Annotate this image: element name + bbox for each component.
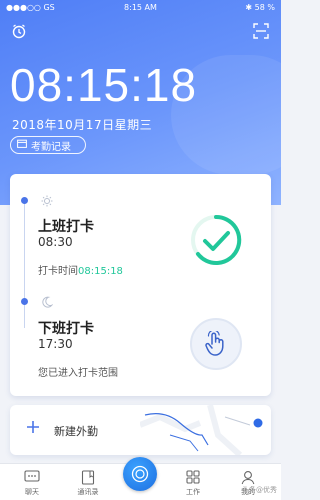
moon-icon — [40, 295, 54, 309]
tab-work-label: 工作 — [186, 488, 200, 496]
punch-in-done-button[interactable] — [190, 214, 242, 266]
current-date: 2018年10月17日星期三 — [12, 118, 153, 132]
scan-icon[interactable] — [252, 22, 270, 40]
timeline-dot-in — [21, 197, 28, 204]
alarm-clock-icon[interactable] — [10, 22, 28, 40]
attendance-records-label: 考勤记录 — [31, 141, 71, 153]
field-attendance-card[interactable]: 新建外勤 — [10, 405, 271, 455]
location-pin-icon — [253, 418, 263, 428]
work-grid-icon — [173, 468, 213, 486]
status-time: 8:15 AM — [124, 3, 157, 12]
calendar-icon — [17, 139, 27, 151]
status-bar: ●●●○○ GS 8:15 AM ✱ 58 % — [0, 0, 281, 16]
map-preview — [140, 405, 263, 455]
punch-out-button[interactable] — [190, 318, 242, 370]
punch-in-record: 打卡时间08:15:18 — [38, 262, 123, 277]
plus-icon — [24, 420, 42, 438]
chat-icon — [12, 468, 52, 486]
attendance-records-button[interactable]: 考勤记录 — [10, 136, 86, 154]
ding-icon — [131, 465, 149, 483]
tab-chat[interactable]: 聊天 — [12, 468, 52, 500]
punch-card: 上班打卡 08:30 打卡时间08:15:18 下班打卡 17:30 您已进入打… — [10, 174, 271, 396]
punch-in-scheduled-time: 08:30 — [38, 235, 73, 249]
profile-icon — [228, 468, 268, 486]
punch-out-scheduled-time: 17:30 — [38, 337, 73, 351]
tab-ding[interactable] — [123, 457, 157, 491]
punch-in-record-time: 08:15:18 — [78, 266, 123, 277]
tab-contacts[interactable]: 通讯录 — [68, 468, 108, 500]
tab-chat-label: 聊天 — [25, 488, 39, 496]
contacts-icon — [68, 468, 108, 486]
timeline-line — [24, 202, 25, 328]
battery-text: ✱ 58 % — [245, 3, 275, 12]
punch-in-record-label: 打卡时间 — [38, 266, 78, 277]
timeline-dot-out — [21, 298, 28, 305]
current-time: 08:15:18 — [10, 59, 198, 111]
check-circle-icon — [191, 214, 242, 265]
punch-out-status: 您已进入打卡范围 — [38, 368, 118, 379]
tab-work[interactable]: 工作 — [173, 468, 213, 500]
tab-contacts-label: 通讯录 — [77, 488, 99, 496]
tab-profile[interactable]: 我的 — [228, 468, 268, 500]
punch-out-title: 下班打卡 — [38, 321, 94, 337]
new-field-attendance-label: 新建外勤 — [54, 425, 98, 438]
punch-in-title: 上班打卡 — [38, 219, 94, 235]
tap-hand-icon — [205, 331, 224, 356]
bottom-tab-bar: 聊天 通讯录 工作 我的 — [0, 457, 281, 500]
watermark-text: 头条@优秀 — [242, 486, 277, 494]
sun-icon — [40, 194, 54, 208]
